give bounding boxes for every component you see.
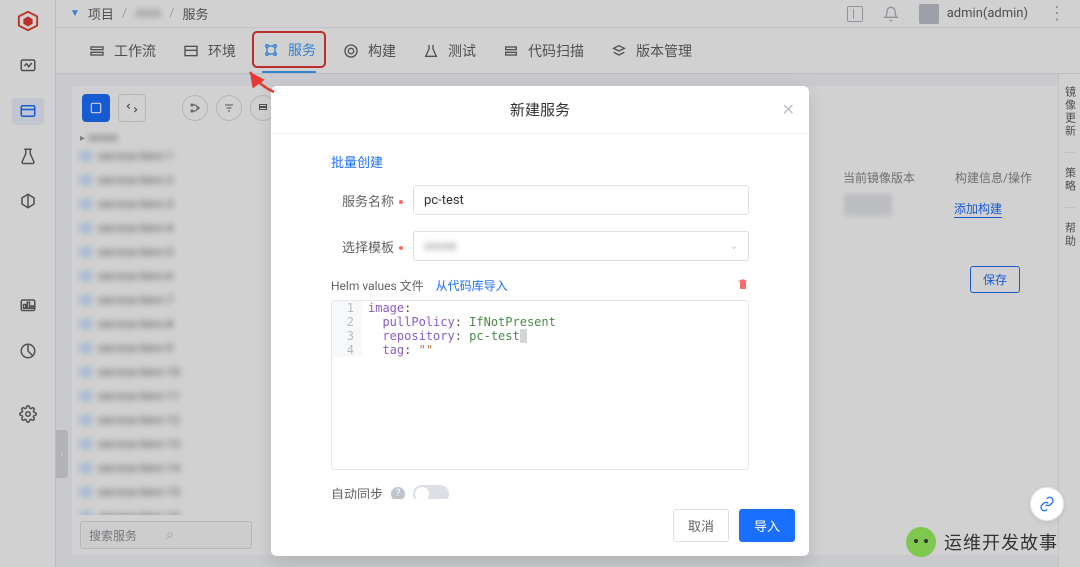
batch-create-link[interactable]: 批量创建	[331, 152, 383, 171]
close-icon[interactable]: ✕	[782, 100, 795, 119]
template-select[interactable]: xxxxe ⌄	[413, 231, 749, 261]
watermark: 运维开发故事	[906, 527, 1058, 557]
service-name-input[interactable]: pc-test	[413, 185, 749, 215]
import-from-repo-link[interactable]: 从代码库导入	[436, 277, 508, 294]
auto-sync-toggle[interactable]	[413, 485, 449, 500]
helm-values-label: Helm values 文件	[331, 277, 424, 294]
auto-sync-label: 自动同步	[331, 484, 383, 499]
import-button[interactable]: 导入	[739, 509, 795, 542]
new-service-modal: 新建服务 ✕ 批量创建 服务名称 pc-test 选择模板 xxxxe ⌄ He…	[271, 86, 809, 556]
wechat-icon	[906, 527, 936, 557]
required-dot	[399, 200, 403, 204]
helm-values-editor[interactable]: 1image: 2 pullPolicy: IfNotPresent 3 rep…	[331, 300, 749, 470]
info-icon[interactable]: ?	[391, 487, 405, 500]
chevron-down-icon: ⌄	[730, 241, 738, 252]
template-label: 选择模板	[342, 241, 394, 256]
cancel-button[interactable]: 取消	[673, 509, 729, 542]
service-name-label: 服务名称	[342, 195, 394, 210]
delete-icon[interactable]	[737, 278, 749, 293]
link-fab[interactable]	[1030, 487, 1064, 521]
modal-title: 新建服务	[510, 99, 570, 120]
required-dot	[399, 246, 403, 250]
